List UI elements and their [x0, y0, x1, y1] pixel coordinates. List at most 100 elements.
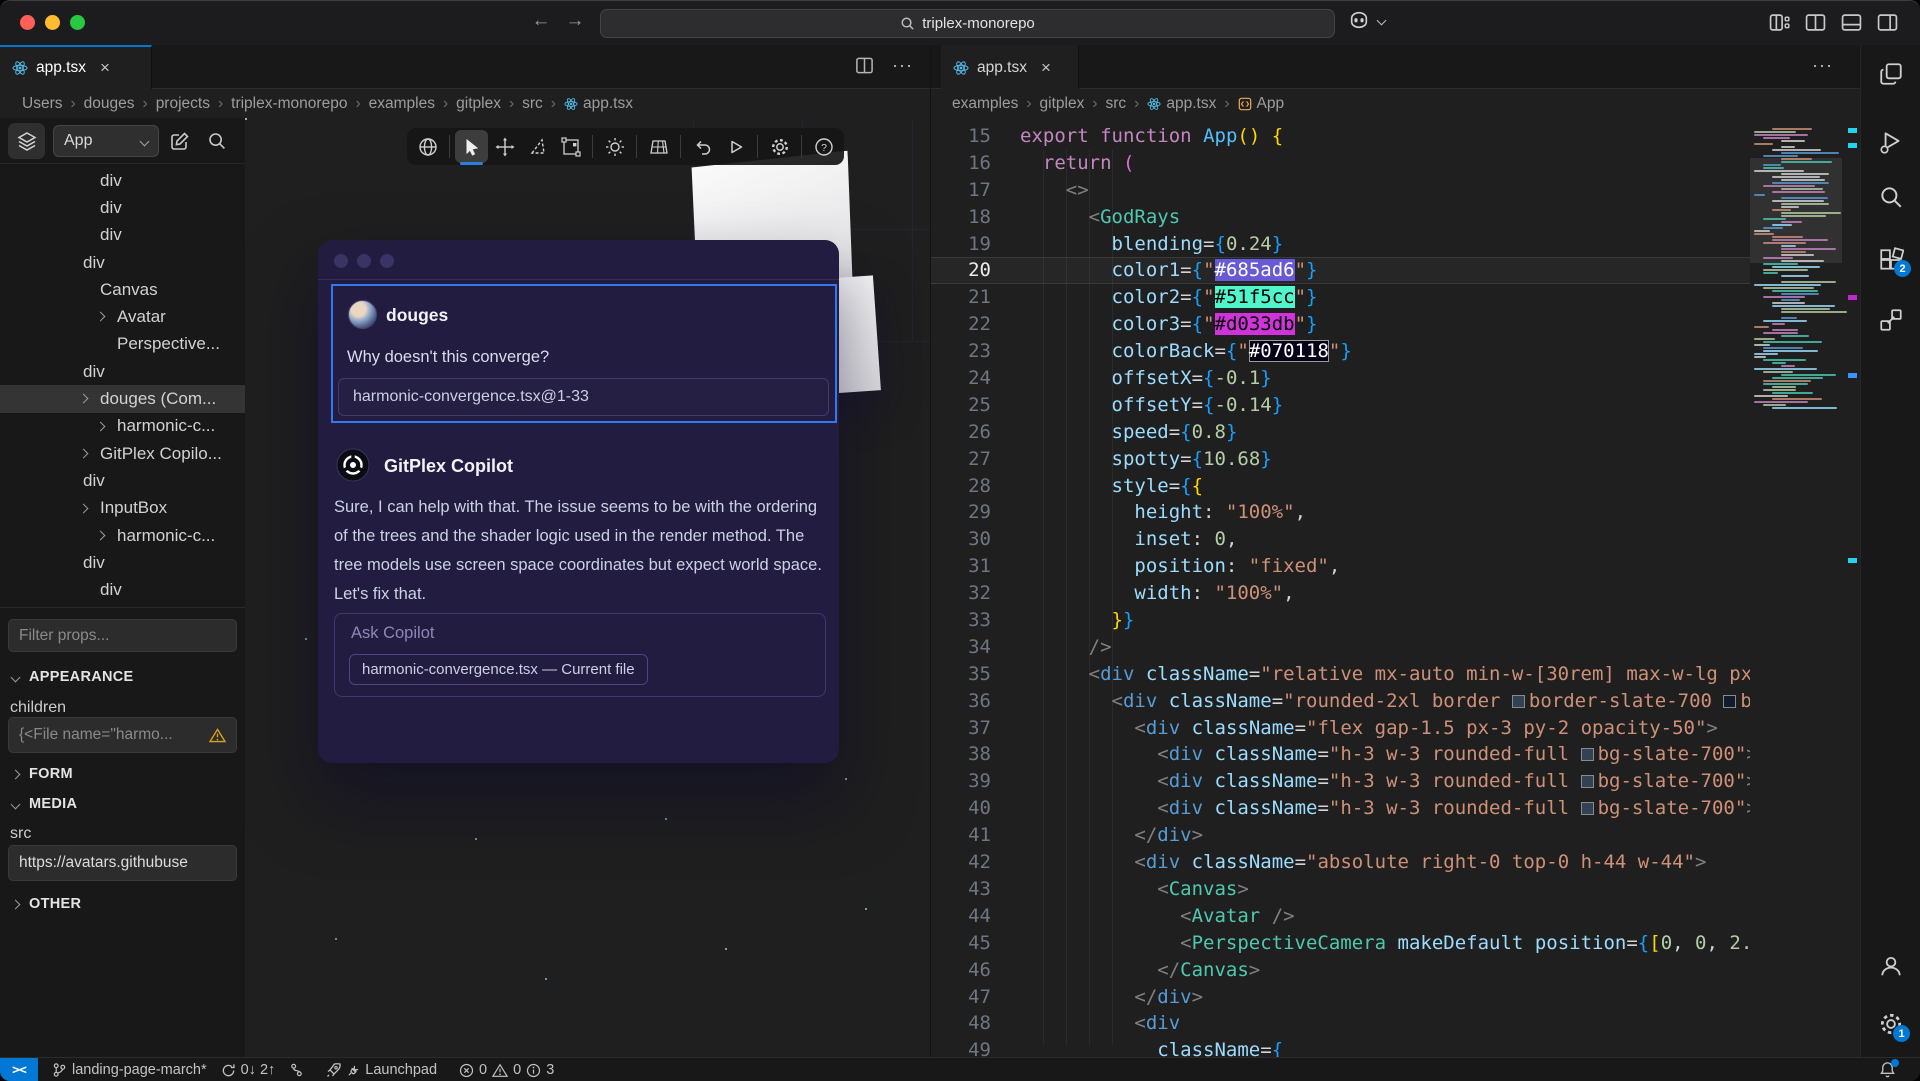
- references-icon[interactable]: [1878, 307, 1904, 338]
- code-line-27[interactable]: 27 spotty={10.68}: [931, 446, 1860, 473]
- code-line-43[interactable]: 43 <Canvas>: [931, 876, 1860, 903]
- code-line-45[interactable]: 45 <PerspectiveCamera makeDefault positi…: [931, 930, 1860, 957]
- back-arrow-icon[interactable]: ←: [528, 10, 554, 32]
- code-line-35[interactable]: 35 <div className="relative mx-auto min-…: [931, 661, 1860, 688]
- code-line-46[interactable]: 46 </Canvas>: [931, 957, 1860, 984]
- tree-item-harmonic-c-[interactable]: harmonic-c...: [0, 522, 245, 549]
- more-actions-icon[interactable]: ···: [1812, 55, 1833, 76]
- code-line-47[interactable]: 47 </div>: [931, 984, 1860, 1011]
- customize-layout-icon[interactable]: [1769, 12, 1790, 33]
- toggle-panel-icon[interactable]: [1841, 12, 1862, 33]
- notifications-bell[interactable]: [1879, 1061, 1896, 1081]
- src-prop-input[interactable]: https://avatars.githubuse: [8, 845, 237, 881]
- code-line-19[interactable]: 19 blending={0.24}: [931, 231, 1860, 258]
- code-line-31[interactable]: 31 position: "fixed",: [931, 553, 1860, 580]
- help-button[interactable]: ?: [807, 130, 840, 163]
- chevron-right-icon[interactable]: [96, 421, 106, 431]
- selection-outline[interactable]: douges Why doesn't this converge? harmon…: [331, 284, 837, 423]
- remote-indicator[interactable]: ><: [0, 1058, 38, 1081]
- current-file-chip[interactable]: harmonic-convergence.tsx — Current file: [349, 654, 648, 685]
- breadcrumb-item[interactable]: src: [1106, 95, 1127, 113]
- forward-arrow-icon[interactable]: →: [562, 10, 588, 32]
- run-debug-icon[interactable]: [1878, 129, 1904, 160]
- code-line-48[interactable]: 48 <div: [931, 1010, 1860, 1037]
- code-line-21[interactable]: 21 color2={"#51f5cc"}: [931, 284, 1860, 311]
- breadcrumb-item[interactable]: gitplex: [456, 95, 501, 113]
- toggle-secondary-sidebar-icon[interactable]: [1877, 12, 1898, 33]
- tree-item-div[interactable]: div: [0, 222, 245, 249]
- new-component-button[interactable]: [170, 131, 190, 156]
- window-minimize-button[interactable]: [45, 15, 60, 30]
- code-line-42[interactable]: 42 <div className="absolute right-0 top-…: [931, 849, 1860, 876]
- code-line-28[interactable]: 28 style={{: [931, 473, 1860, 500]
- section-media[interactable]: MEDIA: [12, 796, 77, 812]
- copilot-menu-button[interactable]: [1348, 10, 1385, 30]
- file-reference-chip[interactable]: harmonic-convergence.tsx@1-33: [338, 378, 829, 416]
- settings-gear-icon[interactable]: 1: [1878, 1011, 1904, 1042]
- code-line-32[interactable]: 32 width: "100%",: [931, 580, 1860, 607]
- problems-item[interactable]: 0 0 3: [459, 1062, 554, 1078]
- code-line-15[interactable]: 15export function App() {: [931, 123, 1860, 150]
- code-line-36[interactable]: 36 <div className="rounded-2xl border bo…: [931, 688, 1860, 715]
- tree-item-div[interactable]: div: [0, 249, 245, 276]
- tree-item-div[interactable]: div: [0, 194, 245, 221]
- breadcrumb-item[interactable]: app.tsx: [564, 95, 633, 113]
- minimap[interactable]: [1750, 118, 1860, 1057]
- breadcrumb-item[interactable]: src: [522, 95, 543, 113]
- section-appearance[interactable]: APPEARANCE: [12, 669, 134, 685]
- select-tool-button[interactable]: [455, 130, 488, 163]
- tree-item-gitplex-copilo-[interactable]: GitPlex Copilo...: [0, 440, 245, 467]
- sync-changes-item[interactable]: 0↓ 2↑: [221, 1062, 276, 1078]
- tree-item-avatar[interactable]: Avatar: [0, 303, 245, 330]
- code-line-24[interactable]: 24 offsetX={-0.1}: [931, 365, 1860, 392]
- tree-item-div[interactable]: div: [0, 467, 245, 494]
- window-close-button[interactable]: [20, 15, 35, 30]
- search-bar[interactable]: triplex-monorepo: [600, 9, 1335, 38]
- lighting-toggle-button[interactable]: [598, 130, 631, 163]
- breadcrumb-item[interactable]: projects: [156, 95, 210, 113]
- code-line-38[interactable]: 38 <div className="h-3 w-3 rounded-full …: [931, 741, 1860, 768]
- tab-close-icon[interactable]: ×: [100, 58, 110, 78]
- launchpad-item[interactable]: Launchpad: [326, 1062, 437, 1078]
- section-form[interactable]: FORM: [12, 766, 73, 782]
- git-branch-item[interactable]: landing-page-march*: [52, 1062, 207, 1078]
- code-line-18[interactable]: 18 <GodRays: [931, 204, 1860, 231]
- world-space-button[interactable]: [411, 130, 444, 163]
- undo-button[interactable]: [686, 130, 719, 163]
- tab-app-tsx-right[interactable]: app.tsx ×: [941, 45, 1079, 89]
- code-line-33[interactable]: 33 }}: [931, 607, 1860, 634]
- children-prop-input[interactable]: {<File name="harmo...: [8, 717, 237, 753]
- breadcrumb-item[interactable]: App: [1238, 95, 1285, 113]
- translate-tool-button[interactable]: [488, 130, 521, 163]
- split-editor-icon[interactable]: [855, 56, 874, 75]
- chat-input-box[interactable]: Ask Copilot harmonic-convergence.tsx — C…: [334, 613, 826, 697]
- tree-item-douges-com-[interactable]: douges (Com...: [0, 385, 245, 412]
- copy-files-icon[interactable]: [1878, 61, 1904, 92]
- tree-item-div[interactable]: div: [0, 549, 245, 576]
- search-button[interactable]: [207, 131, 227, 156]
- code-line-29[interactable]: 29 height: "100%",: [931, 499, 1860, 526]
- component-select[interactable]: App: [53, 125, 159, 157]
- code-line-22[interactable]: 22 color3={"#d033db"}: [931, 311, 1860, 338]
- source-control-graph-item[interactable]: [289, 1062, 304, 1078]
- code-line-26[interactable]: 26 speed={0.8}: [931, 419, 1860, 446]
- chevron-right-icon[interactable]: [96, 530, 106, 540]
- code-line-41[interactable]: 41 </div>: [931, 822, 1860, 849]
- code-line-44[interactable]: 44 <Avatar />: [931, 903, 1860, 930]
- scale-tool-button[interactable]: [554, 130, 587, 163]
- tree-item-div[interactable]: div: [0, 167, 245, 194]
- search-icon[interactable]: [1878, 184, 1904, 215]
- section-other[interactable]: OTHER: [12, 896, 81, 912]
- code-line-34[interactable]: 34 />: [931, 634, 1860, 661]
- settings-button[interactable]: [763, 130, 796, 163]
- window-zoom-button[interactable]: [70, 15, 85, 30]
- toggle-primary-sidebar-icon[interactable]: [1805, 12, 1826, 33]
- tab-close-icon[interactable]: ×: [1041, 58, 1051, 78]
- tree-item-canvas[interactable]: Canvas: [0, 276, 245, 303]
- tree-item-div[interactable]: div: [0, 358, 245, 385]
- layers-button[interactable]: [8, 123, 45, 159]
- breadcrumb-item[interactable]: Users: [22, 95, 62, 113]
- code-line-23[interactable]: 23 colorBack={"#070118"}: [931, 338, 1860, 365]
- code-line-37[interactable]: 37 <div className="flex gap-1.5 px-3 py-…: [931, 715, 1860, 742]
- breadcrumb-item[interactable]: triplex-monorepo: [231, 95, 347, 113]
